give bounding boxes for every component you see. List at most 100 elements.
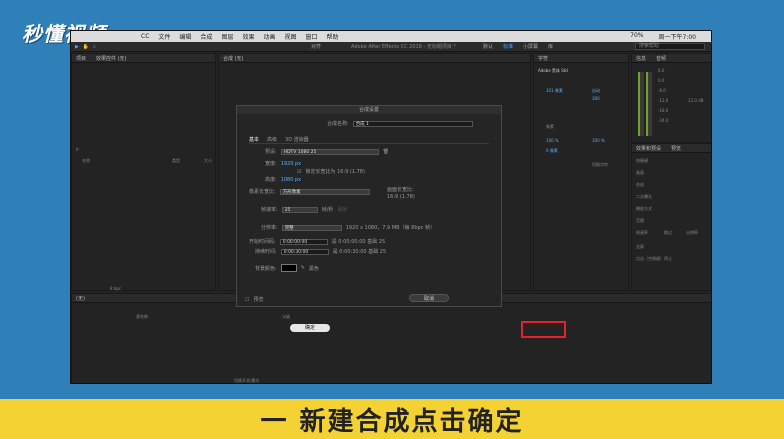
- menu-edit[interactable]: 编辑: [179, 32, 191, 41]
- resolution-select[interactable]: 完整: [281, 224, 342, 231]
- caption-bar: 一 新建合成点击确定: [0, 399, 784, 439]
- zoom-tool-icon[interactable]: ⌕: [93, 44, 96, 50]
- frame-aspect-value: 16:9 (1.78): [387, 194, 415, 200]
- tab-preview[interactable]: 预览: [671, 145, 681, 152]
- preview-item-5[interactable]: 播放方式: [636, 206, 652, 212]
- preview-item-2[interactable]: 画面: [636, 170, 644, 176]
- vertical-scale[interactable]: 100 %: [546, 138, 559, 143]
- menu-animation[interactable]: 动画: [263, 32, 275, 41]
- menu-view[interactable]: 视图: [284, 32, 296, 41]
- tracking-value[interactable]: 300: [592, 96, 600, 101]
- duration-input[interactable]: 0:00:30:00: [280, 248, 329, 255]
- level-5: -18.0: [658, 108, 669, 113]
- preset-label: 预设:: [265, 149, 277, 155]
- composition-settings-dialog: 合成设置 合成名称: 合成 1 基本 高级 3D 渲染器 预设: HDTV 10…: [236, 105, 502, 307]
- preview-item-8[interactable]: 跳过: [664, 230, 672, 236]
- tab-audio[interactable]: 音频: [656, 55, 666, 62]
- preview-item-3[interactable]: 合成: [636, 182, 644, 188]
- drop-frame-select[interactable]: 丢帧: [337, 206, 347, 213]
- preview-item-10[interactable]: 全屏: [636, 244, 644, 250]
- horizontal-scale[interactable]: 100 %: [592, 138, 605, 143]
- pixel-aspect-label: 像素长宽比:: [249, 189, 276, 195]
- start-timecode-label: 开始时间码:: [249, 239, 276, 245]
- preview-item-7[interactable]: 帧速率: [636, 230, 648, 236]
- col-name[interactable]: 名称: [82, 158, 90, 164]
- menu-file[interactable]: 文件: [158, 32, 170, 41]
- fps-select[interactable]: 25: [281, 206, 318, 213]
- lock-aspect-checkbox[interactable]: ☑: [297, 169, 301, 175]
- cancel-button[interactable]: 取消: [409, 294, 449, 302]
- audio-meter-left: [638, 72, 644, 136]
- tab-timeline[interactable]: (无): [76, 295, 85, 302]
- project-panel: 项目 效果控件 (无) ρ. 名称 类型 大小 8 bpc: [71, 53, 216, 291]
- preview-item-6[interactable]: 范围: [636, 218, 644, 224]
- workspace-small[interactable]: 小屏幕: [523, 43, 538, 50]
- baseline-shift[interactable]: 0 像素: [546, 148, 558, 154]
- preview-item-9[interactable]: 分辨率: [686, 230, 698, 236]
- col-type[interactable]: 类型: [172, 158, 180, 164]
- stroke-unit[interactable]: 像素: [546, 124, 554, 130]
- selection-tool-icon[interactable]: ▶: [75, 44, 79, 50]
- ok-button[interactable]: 确定: [290, 324, 330, 332]
- bg-color-swatch[interactable]: [280, 264, 297, 272]
- level-4: -12.0: [658, 98, 669, 103]
- resolution-label: 分辨率:: [261, 225, 278, 231]
- menu-layer[interactable]: 图层: [221, 32, 233, 41]
- db-value: 12.0 dB: [688, 98, 704, 103]
- tab-effect-controls[interactable]: 效果控件 (无): [96, 55, 127, 62]
- menu-cc[interactable]: CC: [141, 33, 149, 40]
- col-size[interactable]: 大小: [204, 158, 212, 164]
- height-value[interactable]: 1080 px: [281, 177, 301, 183]
- tab-effects-presets[interactable]: 效果和预设: [636, 145, 661, 152]
- project-search-input[interactable]: ρ.: [76, 146, 80, 151]
- audio-panel: 信息 音频 6.0 0.0 -6.0 -12.0 -18.0 -24.0 12.…: [631, 53, 711, 143]
- tab-project[interactable]: 项目: [76, 55, 86, 62]
- workspace-standard[interactable]: 标准: [503, 43, 513, 50]
- preview-label: 预览: [253, 297, 264, 303]
- pixel-aspect-select[interactable]: 方形像素: [279, 188, 370, 195]
- preview-item-11[interactable]: 点击（空格键）停止: [636, 256, 672, 262]
- delete-preset-icon[interactable]: 🗑: [383, 149, 389, 155]
- eyedropper-icon[interactable]: ✎: [301, 265, 305, 271]
- menu-effect[interactable]: 效果: [242, 32, 254, 41]
- battery-status: 70%: [630, 32, 644, 39]
- ok-highlight-box: [521, 321, 566, 338]
- font-select[interactable]: Adobe 黑体 Std: [538, 68, 568, 74]
- height-label: 高度:: [265, 177, 277, 183]
- col-source-name[interactable]: 源名称: [136, 314, 148, 320]
- tab-character[interactable]: 字符: [538, 55, 548, 62]
- preset-select[interactable]: HDTV 1080 25: [280, 148, 379, 155]
- workspace-library[interactable]: 库: [548, 43, 553, 50]
- help-search-input[interactable]: 搜索帮助: [635, 43, 705, 50]
- start-timecode-input[interactable]: 0:00:00:00: [279, 238, 328, 245]
- bpc-label[interactable]: 8 bpc: [110, 286, 121, 291]
- tab-info[interactable]: 信息: [636, 55, 646, 62]
- comp-name-input[interactable]: 合成 1: [352, 120, 473, 127]
- toggle-switches-modes[interactable]: 切换开关/模式: [234, 378, 259, 383]
- tab-divider: [249, 143, 489, 144]
- col-parent[interactable]: 父级: [282, 314, 290, 320]
- preview-item-1[interactable]: 快捷键: [636, 158, 648, 164]
- toggle-char-checkbox[interactable]: 切换字符: [592, 162, 608, 168]
- audio-meter-right: [646, 72, 652, 136]
- align-label[interactable]: 对齐: [311, 43, 321, 50]
- tab-composition[interactable]: 合成 (无): [223, 55, 244, 62]
- level-1: 6.0: [658, 68, 665, 73]
- preview-item-4[interactable]: 二次曝光: [636, 194, 652, 200]
- workspace-default[interactable]: 默认: [483, 43, 493, 50]
- menu-window[interactable]: 窗口: [306, 32, 318, 41]
- bg-color-label: 背景颜色:: [255, 265, 277, 272]
- start-timecode-info: 是 0:00:00:00 基础 25: [331, 239, 386, 245]
- menu-help[interactable]: 帮助: [327, 32, 339, 41]
- preview-checkbox[interactable]: ☐: [245, 297, 249, 303]
- menu-composition[interactable]: 合成: [200, 32, 212, 41]
- caption-text: 一 新建合成点击确定: [260, 406, 524, 437]
- hand-tool-icon[interactable]: ✋: [83, 44, 89, 50]
- width-label: 宽度:: [265, 161, 277, 167]
- frame-aspect-label: 画面长宽比:: [387, 187, 414, 193]
- level-2: 0.0: [658, 78, 665, 83]
- font-size-value[interactable]: 101 像素: [546, 88, 563, 94]
- leading-value[interactable]: 自动: [592, 88, 600, 94]
- width-value[interactable]: 1920 px: [281, 161, 301, 167]
- duration-label: 持续时间:: [255, 249, 277, 255]
